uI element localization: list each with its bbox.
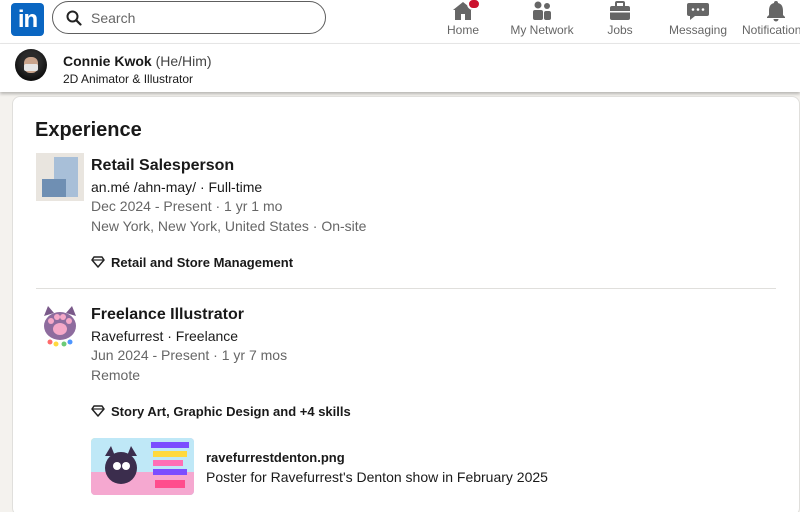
- notification-badge: [467, 0, 481, 10]
- network-icon: [533, 1, 551, 20]
- experience-section: Experience Retail Salesperson an.mé /ahn…: [12, 96, 800, 512]
- linkedin-logo[interactable]: in: [11, 3, 44, 36]
- search-box[interactable]: [52, 1, 326, 34]
- job-location: Remote: [91, 367, 141, 383]
- paw-logo[interactable]: [36, 302, 84, 350]
- job-dates: Dec 2024 - Present · 1 yr 1 mo: [91, 198, 283, 214]
- profile-name-text: Connie Kwok: [63, 53, 152, 69]
- media-file-name[interactable]: ravefurrestdenton.png: [206, 450, 345, 465]
- job-location: New York, New York, United States · On-s…: [91, 218, 367, 234]
- job-title[interactable]: Retail Salesperson: [91, 157, 234, 175]
- search-input[interactable]: [91, 7, 311, 29]
- profile-pronouns: (He/Him): [155, 53, 212, 69]
- diamond-icon: [91, 256, 105, 268]
- search-icon: [66, 10, 82, 26]
- nav-home-label: Home: [446, 23, 479, 37]
- messaging-icon: [687, 3, 709, 20]
- company-name: an.mé /ahn-may/ · Full-time: [91, 179, 263, 195]
- job-dates: Jun 2024 - Present · 1 yr 7 mos: [91, 347, 288, 363]
- nav-messaging-label: Messaging: [668, 23, 728, 37]
- nav-jobs[interactable]: Jobs: [600, 0, 640, 44]
- nav-my-network-label: My Network: [510, 23, 574, 37]
- job-skills-text: Story Art, Graphic Design and +4 skills: [111, 404, 351, 419]
- bell-icon: [767, 1, 785, 22]
- media-description: Poster for Ravefurrest's Denton show in …: [206, 469, 548, 485]
- nav-notifications-label: Notifications: [742, 23, 800, 37]
- company-logo-placeholder[interactable]: [36, 153, 84, 201]
- nav-notifications[interactable]: Notifications: [742, 0, 800, 44]
- section-title: Experience: [35, 119, 142, 141]
- top-nav: in Home My Network Jobs: [0, 0, 800, 44]
- poster-image: [91, 438, 194, 495]
- diamond-icon: [91, 405, 105, 417]
- nav-messaging[interactable]: Messaging: [666, 0, 730, 44]
- nav-my-network[interactable]: My Network: [506, 0, 578, 44]
- job-skills-text: Retail and Store Management: [111, 255, 294, 270]
- divider: [36, 288, 776, 289]
- nav-home[interactable]: Home: [440, 0, 486, 44]
- profile-headline: 2D Animator & Illustrator: [63, 72, 194, 86]
- media-thumbnail[interactable]: [91, 438, 194, 495]
- nav-jobs-label: Jobs: [607, 23, 633, 37]
- profile-name: Connie Kwok (He/Him): [63, 53, 212, 69]
- avatar[interactable]: [15, 49, 47, 81]
- job-title[interactable]: Freelance Illustrator: [91, 306, 244, 324]
- briefcase-icon: [610, 1, 630, 20]
- company-name: Ravefurrest · Freelance: [91, 328, 239, 344]
- profile-sticky-bar: Connie Kwok (He/Him) 2D Animator & Illus…: [0, 44, 800, 92]
